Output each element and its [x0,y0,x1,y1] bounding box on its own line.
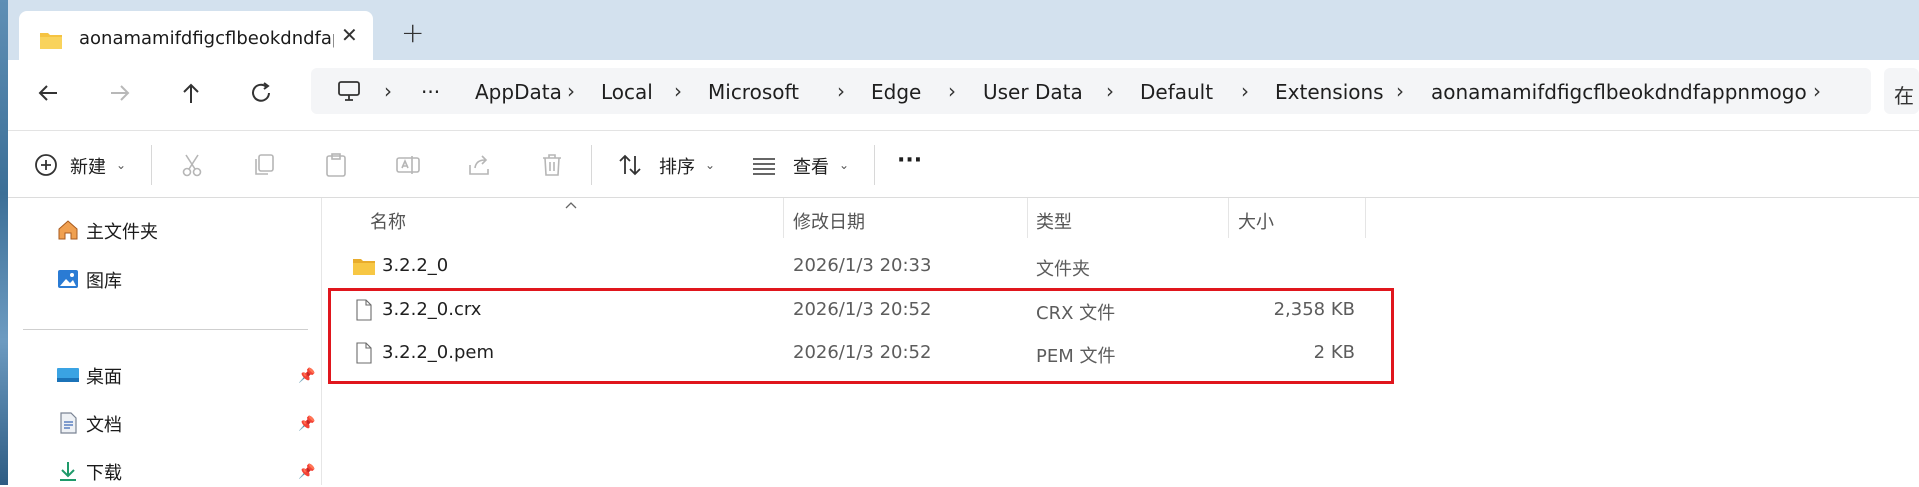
close-tab-icon[interactable]: ✕ [341,23,358,47]
new-button[interactable]: 新建 [70,153,106,179]
address-bar[interactable]: › ··· AppData › Local › Microsoft › Edge… [311,68,1871,114]
desktop-background-strip [0,0,8,485]
column-divider[interactable] [1027,198,1028,238]
tab-title: aonamamifdfigcflbeokdndfappnmogo [79,28,334,49]
path-separator[interactable]: › [948,79,956,103]
column-header-type[interactable]: 类型 [1036,208,1072,234]
add-circle-icon[interactable] [32,151,60,179]
search-box[interactable]: 在 [1884,68,1919,114]
path-segment-appdata[interactable]: AppData [475,80,562,104]
path-separator[interactable]: › [567,79,575,103]
column-header-size[interactable]: 大小 [1238,208,1274,234]
table-row[interactable]: 3.2.2_0 2026/1/3 20:33 文件夹 [322,246,1322,286]
path-separator[interactable]: › [674,79,682,103]
path-separator[interactable]: › [1813,79,1821,103]
path-segment-user-data[interactable]: User Data [983,80,1083,104]
column-divider[interactable] [1365,198,1366,238]
file-type: 文件夹 [1036,259,1090,280]
sidebar-item-label: 图库 [86,271,122,292]
download-icon [56,459,80,483]
navigation-bar: › ··· AppData › Local › Microsoft › Edge… [8,60,1919,131]
column-divider[interactable] [1228,198,1229,238]
highlight-box [328,288,1394,384]
path-separator[interactable]: › [1241,79,1249,103]
refresh-icon[interactable] [246,78,276,108]
pin-icon[interactable]: 📌 [298,464,315,480]
toolbar-divider [591,145,592,185]
path-segment-microsoft[interactable]: Microsoft [708,80,799,104]
path-segment-extensions[interactable]: Extensions [1275,80,1384,104]
new-tab-button[interactable]: + [401,16,424,49]
back-arrow-icon[interactable] [33,78,63,108]
column-divider[interactable] [783,198,784,238]
sidebar-divider [23,329,308,330]
pin-icon[interactable]: 📌 [298,368,315,384]
sidebar-item-label: 文档 [86,415,122,436]
path-segment-default[interactable]: Default [1140,80,1213,104]
delete-icon[interactable] [538,151,566,179]
command-toolbar: 新建 ⌄ 排序 ⌄ 查看 ⌄ ··· [8,131,1919,198]
column-header-name[interactable]: 名称 [370,208,406,234]
view-list-icon[interactable] [750,151,778,179]
tab-active[interactable]: aonamamifdfigcflbeokdndfappnmogo ✕ [19,11,373,60]
chevron-down-icon[interactable]: ⌄ [116,158,126,172]
more-options-button[interactable]: ··· [897,148,922,173]
home-icon [56,218,80,242]
copy-icon[interactable] [250,151,278,179]
pin-icon[interactable]: 📌 [298,416,315,432]
path-separator[interactable]: › [837,79,845,103]
path-segment-local[interactable]: Local [601,80,653,104]
chevron-down-icon[interactable]: ⌄ [705,158,715,172]
search-placeholder: 在 [1894,84,1914,108]
file-name: 3.2.2_0 [382,255,449,276]
chevron-down-icon[interactable]: ⌄ [839,158,849,172]
title-bar: aonamamifdfigcflbeokdndfappnmogo ✕ + [8,0,1919,60]
file-list: 名称 修改日期 类型 大小 3.2.2_0 2026/1/3 20:33 文件夹… [322,198,1919,485]
share-icon[interactable] [466,151,494,179]
folder-icon [352,254,376,278]
path-separator[interactable]: › [1396,79,1404,103]
up-arrow-icon[interactable] [176,78,206,108]
gallery-icon [56,267,80,291]
view-button[interactable]: 查看 [793,153,829,179]
sort-icon[interactable] [616,151,644,179]
path-segment-current[interactable]: aonamamifdfigcflbeokdndfappnmogo [1431,80,1807,104]
path-more[interactable]: ··· [421,80,440,104]
sort-ascending-icon [565,197,577,213]
folder-icon [39,30,63,54]
path-segment-edge[interactable]: Edge [871,80,921,104]
column-header-modified[interactable]: 修改日期 [793,208,865,234]
path-separator[interactable]: › [1106,79,1114,103]
rename-icon[interactable] [394,151,422,179]
computer-icon [337,80,361,102]
document-icon [56,411,80,435]
toolbar-divider [151,145,152,185]
file-modified: 2026/1/3 20:33 [793,255,932,276]
sort-button[interactable]: 排序 [659,153,695,179]
sidebar-item-label: 主文件夹 [86,222,158,243]
sidebar-item-label: 下载 [86,463,122,484]
sidebar-item-label: 桌面 [86,367,122,388]
navigation-pane: 主文件夹 图库 桌面 📌 文档 📌 下载 📌 [8,198,322,485]
path-separator[interactable]: › [384,79,392,103]
cut-icon[interactable] [178,151,206,179]
toolbar-divider [874,145,875,185]
forward-arrow-icon[interactable] [105,78,135,108]
desktop-icon [56,363,80,387]
paste-icon[interactable] [322,151,350,179]
